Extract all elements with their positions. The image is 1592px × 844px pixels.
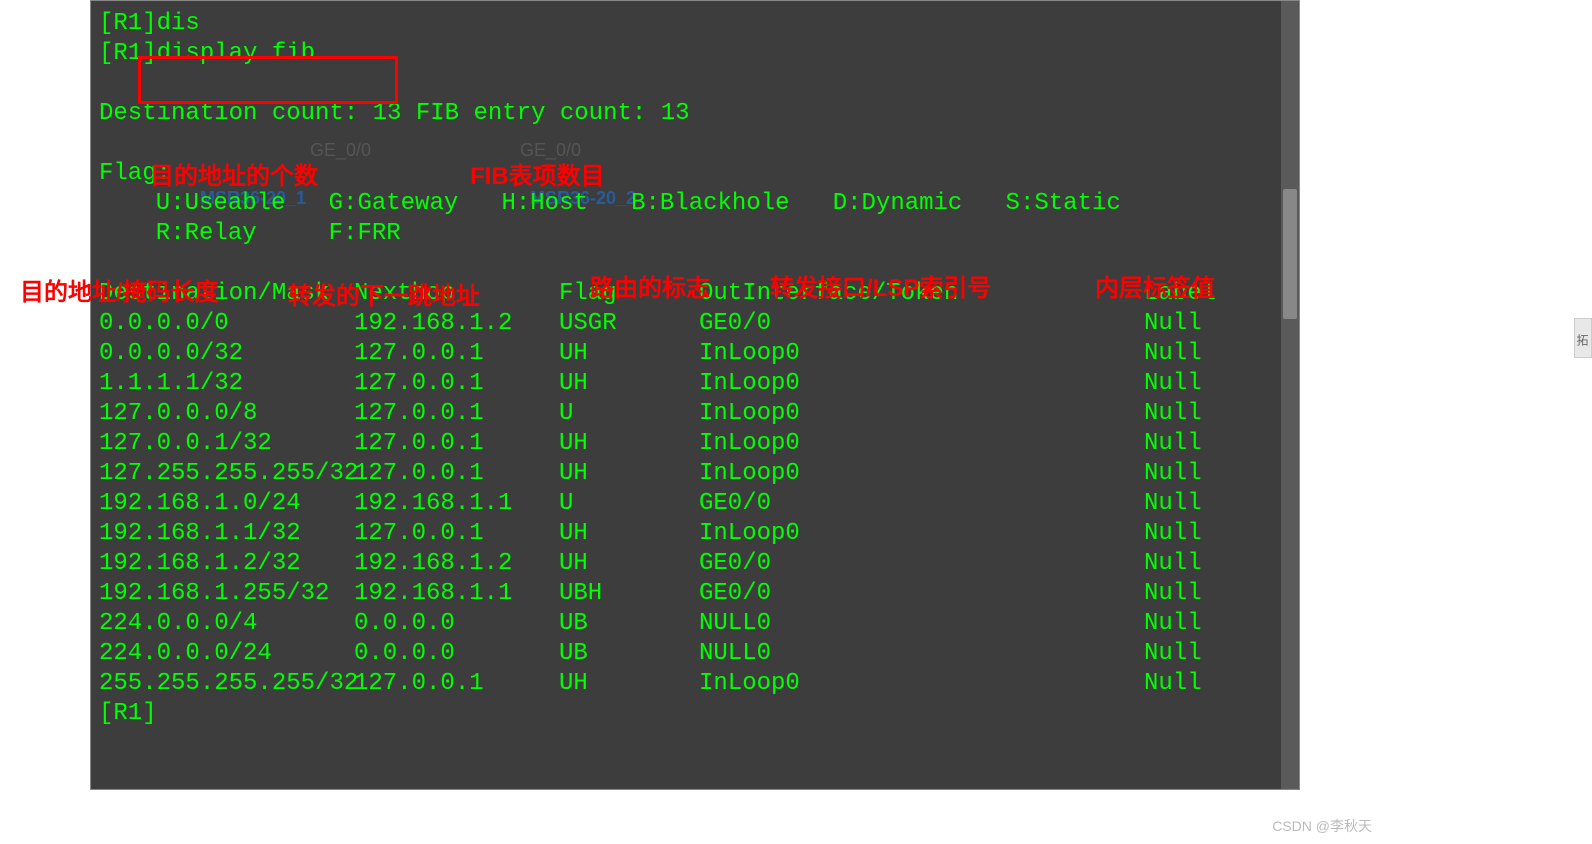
table-row: 255.255.255.255/32127.0.0.1UHInLoop0Null — [99, 669, 1291, 699]
cell-nexthop: 127.0.0.1 — [354, 399, 559, 429]
annotation-col-dest: 目的地址/掩码长度 — [20, 272, 219, 307]
cell-flag: UB — [559, 609, 699, 639]
cell-nexthop: 127.0.0.1 — [354, 519, 559, 549]
cell-label: Null — [1144, 399, 1224, 429]
cell-dest: 1.1.1.1/32 — [99, 369, 354, 399]
end-prompt: [R1] — [99, 699, 1291, 729]
annotation-col-flag: 路由的标志 — [590, 268, 710, 303]
cell-label: Null — [1144, 339, 1224, 369]
table-row: 127.0.0.1/32127.0.0.1UHInLoop0Null — [99, 429, 1291, 459]
cell-flag: UH — [559, 339, 699, 369]
cell-flag: U — [559, 399, 699, 429]
cell-dest: 255.255.255.255/32 — [99, 669, 354, 699]
cell-nexthop: 192.168.1.1 — [354, 579, 559, 609]
cell-iface: InLoop0 — [699, 669, 1144, 699]
cell-dest: 127.255.255.255/32 — [99, 459, 354, 489]
cell-nexthop: 0.0.0.0 — [354, 639, 559, 669]
cell-dest: 127.0.0.1/32 — [99, 429, 354, 459]
cell-dest: 192.168.1.0/24 — [99, 489, 354, 519]
cell-flag: UH — [559, 549, 699, 579]
table-row: 224.0.0.0/240.0.0.0UBNULL0Null — [99, 639, 1291, 669]
cell-dest: 224.0.0.0/24 — [99, 639, 354, 669]
cell-dest: 192.168.1.255/32 — [99, 579, 354, 609]
cell-label: Null — [1144, 309, 1224, 339]
cell-dest: 0.0.0.0/0 — [99, 309, 354, 339]
cell-iface: InLoop0 — [699, 399, 1144, 429]
table-row: 192.168.1.0/24192.168.1.1UGE0/0Null — [99, 489, 1291, 519]
cell-flag: U — [559, 489, 699, 519]
cell-label: Null — [1144, 549, 1224, 579]
cell-dest: 192.168.1.1/32 — [99, 519, 354, 549]
cell-iface: NULL0 — [699, 609, 1144, 639]
cell-iface: GE0/0 — [699, 549, 1144, 579]
cell-nexthop: 192.168.1.1 — [354, 489, 559, 519]
table-row: 192.168.1.2/32192.168.1.2UHGE0/0Null — [99, 549, 1291, 579]
cell-dest: 0.0.0.0/32 — [99, 339, 354, 369]
cell-dest: 127.0.0.0/8 — [99, 399, 354, 429]
cell-flag: UH — [559, 429, 699, 459]
partial-cmd: dis — [157, 10, 200, 37]
annotation-fib-count: FIB表项数目 — [470, 156, 605, 191]
terminal-window[interactable]: [R1]dis [R1]display fib Destination coun… — [90, 0, 1300, 790]
cell-label: Null — [1144, 579, 1224, 609]
table-row: 0.0.0.0/0192.168.1.2USGRGE0/0Null — [99, 309, 1291, 339]
table-row: 0.0.0.0/32127.0.0.1UHInLoop0Null — [99, 339, 1291, 369]
cell-iface: GE0/0 — [699, 489, 1144, 519]
cell-flag: UH — [559, 669, 699, 699]
cell-nexthop: 127.0.0.1 — [354, 459, 559, 489]
cell-dest: 192.168.1.2/32 — [99, 549, 354, 579]
table-row: 192.168.1.255/32192.168.1.1UBHGE0/0Null — [99, 579, 1291, 609]
cell-label: Null — [1144, 489, 1224, 519]
cell-iface: InLoop0 — [699, 339, 1144, 369]
cell-nexthop: 127.0.0.1 — [354, 339, 559, 369]
annotation-dest-count: 目的地址的个数 — [150, 156, 318, 191]
cell-nexthop: 192.168.1.2 — [354, 309, 559, 339]
cell-nexthop: 192.168.1.2 — [354, 549, 559, 579]
watermark-text: CSDN @李秋天 — [1272, 816, 1372, 836]
terminal-content: [R1]dis [R1]display fib Destination coun… — [99, 9, 1291, 729]
cell-iface: GE0/0 — [699, 309, 1144, 339]
cell-flag: UH — [559, 519, 699, 549]
flag-line-2: R:Relay F:FRR — [99, 219, 1291, 249]
table-row: 127.255.255.255/32127.0.0.1UHInLoop0Null — [99, 459, 1291, 489]
cell-label: Null — [1144, 429, 1224, 459]
prompt-line-1: [R1]dis — [99, 9, 1291, 39]
cell-label: Null — [1144, 519, 1224, 549]
cell-label: Null — [1144, 459, 1224, 489]
cell-nexthop: 127.0.0.1 — [354, 429, 559, 459]
cell-label: Null — [1144, 609, 1224, 639]
table-row: 192.168.1.1/32127.0.0.1UHInLoop0Null — [99, 519, 1291, 549]
blank-line-2 — [99, 129, 1291, 159]
fib-table-body: 0.0.0.0/0192.168.1.2USGRGE0/0Null0.0.0.0… — [99, 309, 1291, 699]
cell-label: Null — [1144, 639, 1224, 669]
command-highlight-box — [138, 56, 398, 104]
cell-flag: UH — [559, 369, 699, 399]
table-row: 1.1.1.1/32127.0.0.1UHInLoop0Null — [99, 369, 1291, 399]
cell-flag: UBH — [559, 579, 699, 609]
cell-dest: 224.0.0.0/4 — [99, 609, 354, 639]
prompt-text: [R1] — [99, 10, 157, 37]
cell-iface: GE0/0 — [699, 579, 1144, 609]
cell-iface: InLoop0 — [699, 459, 1144, 489]
annotation-col-iface: 转发接口/LSP索引号 — [770, 268, 991, 303]
annotation-col-label: 内层标签值 — [1095, 268, 1215, 303]
sidebar-tab[interactable]: 拓 — [1574, 318, 1592, 358]
cell-nexthop: 127.0.0.1 — [354, 669, 559, 699]
annotation-col-nexthop: 转发的下一跳地址 — [288, 276, 480, 311]
cell-iface: InLoop0 — [699, 519, 1144, 549]
cell-nexthop: 127.0.0.1 — [354, 369, 559, 399]
cell-iface: NULL0 — [699, 639, 1144, 669]
cell-iface: InLoop0 — [699, 369, 1144, 399]
table-row: 127.0.0.0/8127.0.0.1UInLoop0Null — [99, 399, 1291, 429]
cell-flag: UB — [559, 639, 699, 669]
cell-flag: USGR — [559, 309, 699, 339]
cell-label: Null — [1144, 369, 1224, 399]
cell-label: Null — [1144, 669, 1224, 699]
cell-iface: InLoop0 — [699, 429, 1144, 459]
table-row: 224.0.0.0/40.0.0.0UBNULL0Null — [99, 609, 1291, 639]
flag-line-1: U:Useable G:Gateway H:Host B:Blackhole D… — [99, 189, 1291, 219]
cell-flag: UH — [559, 459, 699, 489]
cell-nexthop: 0.0.0.0 — [354, 609, 559, 639]
